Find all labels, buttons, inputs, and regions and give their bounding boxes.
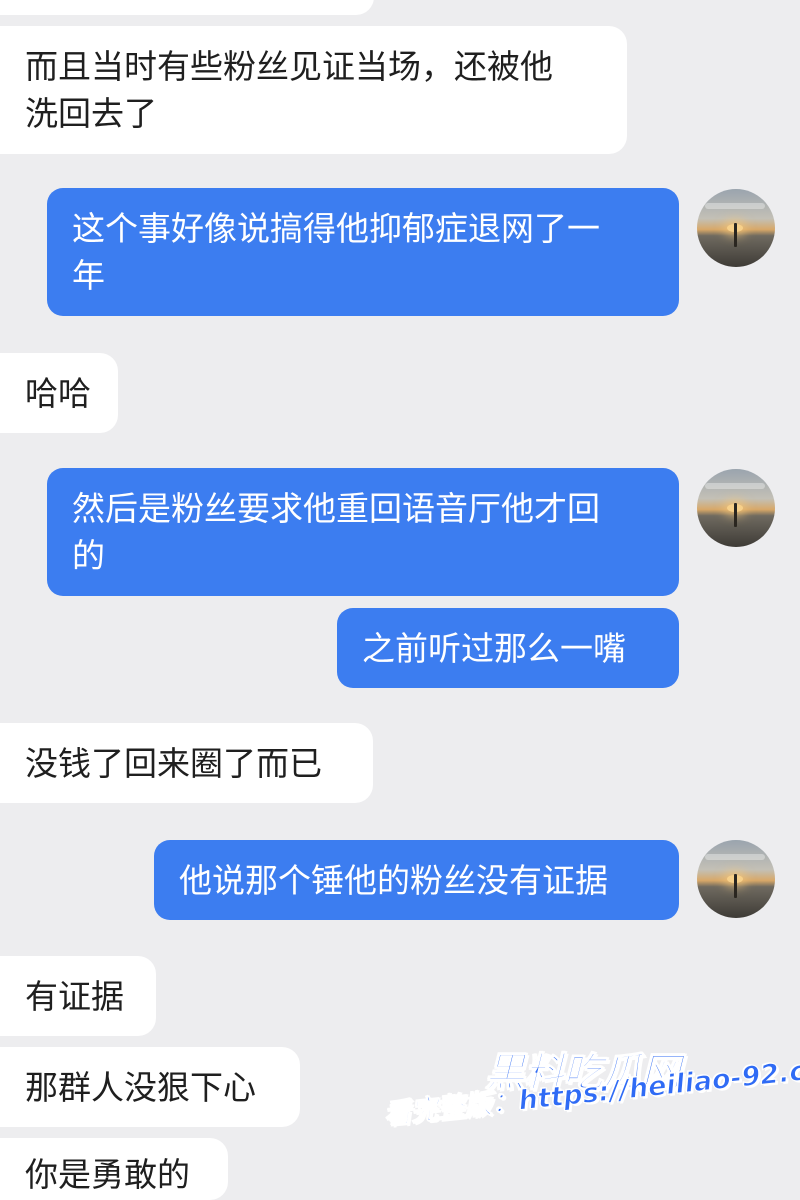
avatar-cloud (705, 203, 765, 209)
message-incoming[interactable]: 哈哈 (0, 353, 118, 433)
message-incoming[interactable]: 你是勇敢的 (0, 1138, 228, 1200)
avatar-figure (734, 874, 737, 898)
message-text-line: 的 (72, 536, 105, 575)
user-avatar[interactable] (697, 469, 775, 547)
message-text-line: 然后是粉丝要求他重回语音厅他才回 (72, 489, 600, 528)
message-text-line: 而且当时有些粉丝见证当场，还被他 (25, 47, 553, 86)
message-text-line: 洗回去了 (25, 94, 157, 133)
message-outgoing[interactable]: 然后是粉丝要求他重回语音厅他才回 的 (47, 468, 679, 596)
avatar-cloud (705, 854, 765, 860)
message-outgoing[interactable]: 这个事好像说搞得他抑郁症退网了一 年 (47, 188, 679, 316)
avatar-figure (734, 223, 737, 247)
message-text-line: 年 (72, 256, 105, 295)
message-text: 他说那个锤他的粉丝没有证据 (179, 860, 608, 900)
message-incoming[interactable]: 没钱了回来圈了而已 (0, 723, 373, 803)
message-text: 那群人没狠下心 (25, 1067, 256, 1107)
message-text: 有证据 (25, 976, 124, 1016)
message-incoming[interactable]: 而且当时有些粉丝见证当场，还被他 洗回去了 (0, 26, 627, 154)
message-text: 哈哈 (25, 373, 91, 413)
avatar-cloud (705, 483, 765, 489)
message-incoming[interactable] (0, 0, 374, 15)
message-text: 之前听过那么一嘴 (362, 628, 626, 668)
user-avatar[interactable] (697, 840, 775, 918)
user-avatar[interactable] (697, 189, 775, 267)
message-text: 没钱了回来圈了而已 (25, 743, 322, 783)
message-outgoing[interactable]: 之前听过那么一嘴 (337, 608, 679, 688)
message-outgoing[interactable]: 他说那个锤他的粉丝没有证据 (154, 840, 679, 920)
message-incoming[interactable]: 有证据 (0, 956, 156, 1036)
message-incoming[interactable]: 那群人没狠下心 (0, 1047, 300, 1127)
message-text-line: 这个事好像说搞得他抑郁症退网了一 (72, 209, 600, 248)
avatar-figure (734, 503, 737, 527)
message-text: 你是勇敢的 (25, 1155, 190, 1194)
chat-conversation[interactable]: 而且当时有些粉丝见证当场，还被他 洗回去了 这个事好像说搞得他抑郁症退网了一 年… (0, 0, 800, 1200)
